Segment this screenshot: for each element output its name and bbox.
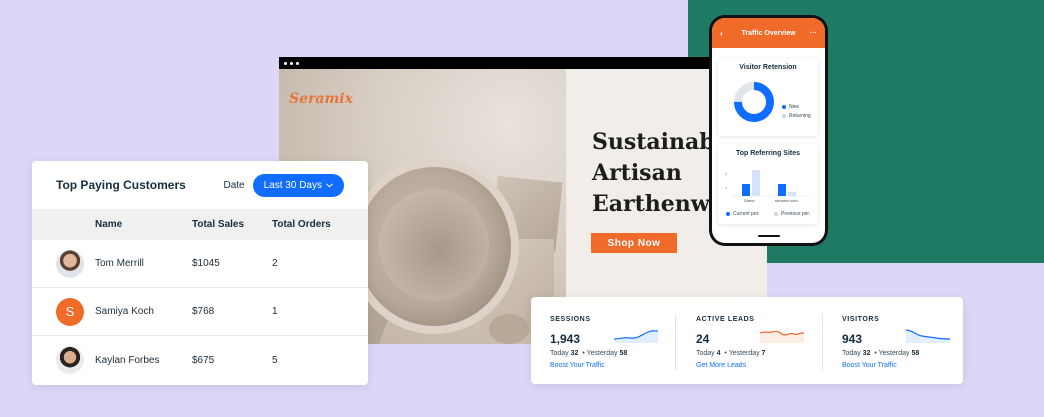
- home-indicator: [758, 235, 780, 237]
- donut-chart: [734, 82, 774, 122]
- stat-label: VISITORS: [842, 316, 880, 323]
- boost-traffic-link[interactable]: Boost Your Traffic: [842, 362, 897, 369]
- bar-direct-current: [742, 184, 750, 196]
- back-icon[interactable]: ‹: [720, 29, 723, 38]
- stat-visitors: VISITORS 943 Today 32 • Yesterday 58 Boo…: [842, 297, 982, 384]
- divider: [822, 314, 823, 370]
- browser-title-bar: [279, 57, 767, 69]
- customer-name: Samiya Koch: [95, 306, 154, 317]
- legend-previous: Previous per.: [774, 211, 810, 217]
- x-tick: Direct: [744, 198, 755, 203]
- sparkline: [760, 330, 804, 343]
- customer-name: Kaylan Forbes: [95, 354, 160, 366]
- window-dot: [296, 61, 299, 65]
- column-header-orders[interactable]: Total Orders: [272, 219, 331, 230]
- column-header-sales[interactable]: Total Sales: [192, 219, 244, 230]
- stat-value: 1,943: [550, 332, 581, 346]
- table-header: Name Total Sales Total Orders: [32, 209, 368, 240]
- retention-title: Visitor Retension: [739, 64, 797, 71]
- stat-today-yesterday: Today 32 • Yesterday 58: [842, 350, 920, 357]
- top-customers-card: Top Paying Customers Date Last 30 Days N…: [32, 161, 368, 385]
- phone-screen: ‹ Traffic Overview ··· Visitor Retension…: [712, 18, 825, 243]
- stat-value: 943: [842, 332, 863, 346]
- stat-active-leads: ACTIVE LEADS 24 Today 4 • Yesterday 7 Ge…: [696, 297, 836, 384]
- window-dot: [290, 61, 293, 65]
- legend-new: New: [782, 104, 799, 110]
- bar-direct-previous: [752, 170, 760, 196]
- sparkline: [906, 329, 950, 343]
- stat-sessions: SESSIONS 1,943 Today 32 • Yesterday 58 B…: [550, 297, 690, 384]
- more-icon[interactable]: ···: [810, 30, 817, 37]
- card-title: Top Paying Customers: [56, 178, 186, 192]
- referring-sites-card: Top Referring Sites 2 1 Direct seramix.c…: [718, 144, 818, 224]
- customer-sales: $768: [192, 306, 215, 317]
- stat-today-yesterday: Today 4 • Yesterday 7: [696, 350, 766, 357]
- chevron-down-icon: [326, 182, 333, 188]
- ceramic-bowl: [349, 159, 519, 334]
- stats-card: SESSIONS 1,943 Today 32 • Yesterday 58 B…: [531, 297, 963, 384]
- bar-seramix-current: [778, 184, 786, 196]
- table-row[interactable]: Tom Merrill $1045 2: [32, 240, 368, 288]
- customer-name: Tom Merrill: [95, 258, 144, 269]
- date-filter-value: Last 30 Days: [263, 179, 322, 191]
- column-header-name[interactable]: Name: [95, 219, 122, 230]
- stat-today-yesterday: Today 32 • Yesterday 58: [550, 350, 628, 357]
- referring-title: Top Referring Sites: [735, 150, 801, 157]
- avatar: S: [56, 297, 84, 326]
- legend-current: Current per.: [726, 211, 759, 217]
- customer-orders: 2: [272, 258, 278, 269]
- card-header: Top Paying Customers Date Last 30 Days: [32, 161, 368, 209]
- divider: [675, 314, 676, 370]
- customer-sales: $1045: [192, 258, 220, 269]
- date-filter-dropdown[interactable]: Last 30 Days: [252, 173, 344, 197]
- customer-sales: $675: [192, 354, 215, 366]
- get-leads-link[interactable]: Get More Leads: [696, 362, 746, 369]
- shop-now-button[interactable]: Shop Now: [591, 233, 677, 253]
- customer-orders: 5: [272, 354, 278, 366]
- legend-returning: Returning: [782, 113, 811, 119]
- y-tick: 1: [725, 185, 728, 190]
- date-label: Date: [223, 179, 245, 191]
- stat-label: SESSIONS: [550, 316, 591, 323]
- avatar: [56, 249, 84, 278]
- boost-traffic-link[interactable]: Boost Your Traffic: [550, 362, 605, 369]
- table-row[interactable]: S Samiya Koch $768 1: [32, 288, 368, 336]
- phone-title: Traffic Overview: [741, 29, 796, 37]
- phone-mockup: ‹ Traffic Overview ··· Visitor Retension…: [709, 15, 828, 246]
- y-tick: 2: [725, 171, 728, 176]
- phone-header: ‹ Traffic Overview ···: [712, 18, 825, 48]
- stat-value: 24: [696, 332, 710, 346]
- sparkline: [614, 330, 658, 343]
- customer-orders: 1: [272, 306, 278, 317]
- referring-bar-chart: 2 1 Direct seramix.com: [725, 170, 810, 203]
- window-dot: [284, 61, 287, 65]
- bar-seramix-previous: [788, 192, 796, 196]
- x-tick: seramix.com: [775, 198, 798, 203]
- brand-logo[interactable]: Seramix: [289, 91, 353, 107]
- avatar: [56, 346, 84, 374]
- stat-label: ACTIVE LEADS: [696, 316, 755, 323]
- table-row[interactable]: Kaylan Forbes $675 5: [32, 336, 368, 384]
- visitor-retention-card: Visitor Retension New Returning: [718, 58, 818, 136]
